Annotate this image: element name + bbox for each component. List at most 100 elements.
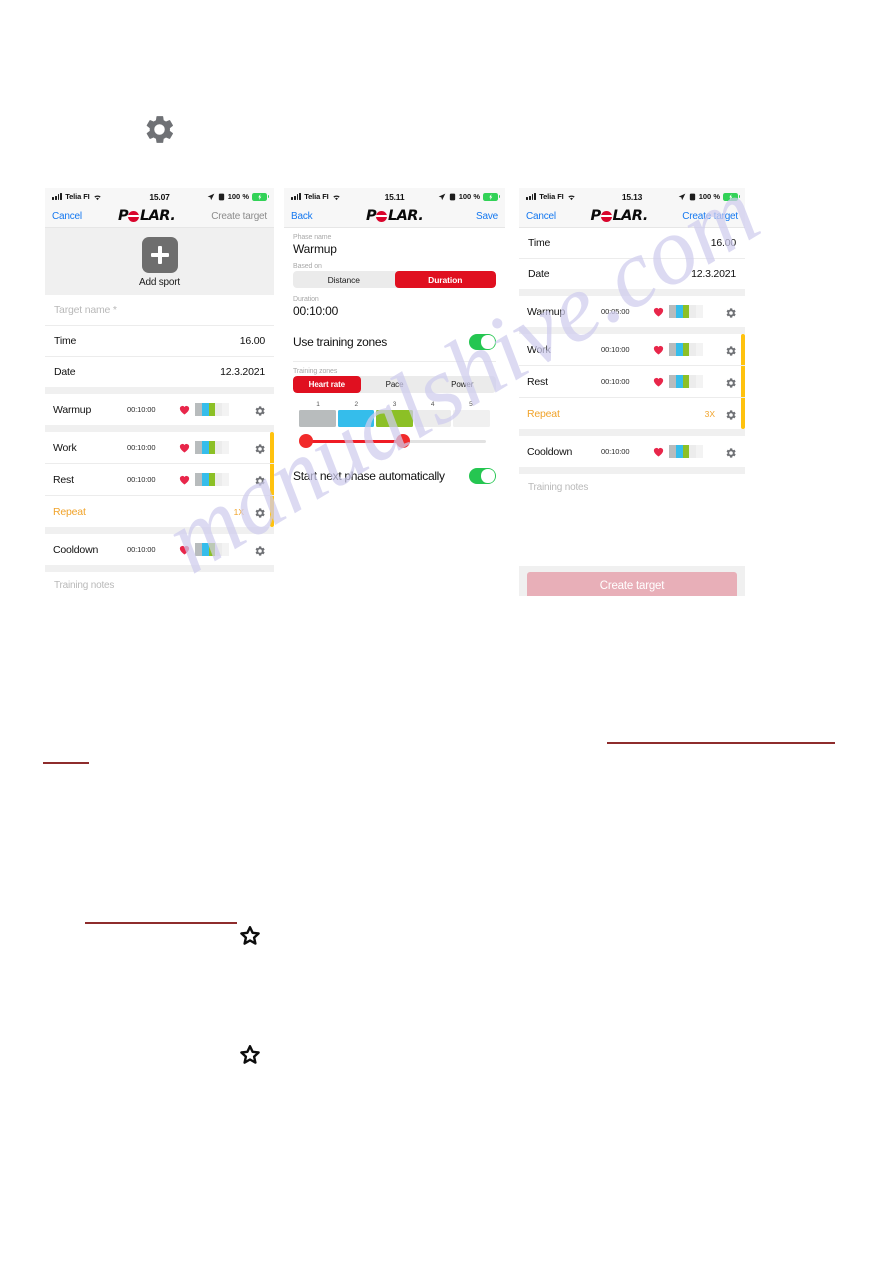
segment-duration[interactable]: Duration (394, 271, 496, 288)
time-label: Time (528, 237, 551, 249)
polar-o-mark (128, 210, 140, 222)
phase-row-rest[interactable]: Rest 00:10:00 (519, 366, 745, 398)
time-label: Time (54, 335, 77, 347)
start-next-phase-row[interactable]: Start next phase automatically (293, 456, 496, 495)
use-training-zones-row[interactable]: Use training zones (293, 325, 496, 362)
gear-icon[interactable] (254, 544, 266, 556)
segment-distance[interactable]: Distance (293, 271, 395, 288)
gear-icon (142, 112, 177, 147)
phase-name: Warmup (53, 403, 92, 416)
use-training-zones-toggle[interactable] (469, 334, 496, 350)
phase-duration: 00:10:00 (601, 447, 630, 456)
gear-icon[interactable] (725, 376, 737, 388)
zone-number: 3 (392, 401, 397, 408)
zone-block-4 (414, 410, 452, 427)
zone-bar (195, 441, 229, 454)
zone-type-segmented-control[interactable]: Heart rate Pace Power (293, 376, 496, 393)
segment-pace[interactable]: Pace (361, 376, 429, 393)
zone-range-slider[interactable] (299, 434, 490, 448)
gear-icon[interactable] (254, 506, 266, 518)
slider-knob-lower[interactable] (299, 434, 313, 448)
create-target-link[interactable]: Create target (682, 211, 738, 222)
back-button[interactable]: Back (291, 211, 313, 222)
time-row[interactable]: Time 16.00 (519, 228, 745, 259)
zone-bar (669, 305, 703, 318)
slider-knob-upper[interactable] (396, 434, 411, 448)
zone-block-2 (337, 410, 375, 427)
phase-row-work[interactable]: Work 00:10:00 (45, 432, 274, 464)
plus-icon[interactable] (141, 237, 178, 273)
phase-name: Cooldown (53, 543, 99, 556)
cancel-button[interactable]: Cancel (526, 211, 556, 222)
battery-charging-icon (483, 192, 501, 201)
based-on-label: Based on (293, 263, 322, 270)
gear-icon[interactable] (254, 442, 266, 454)
phase-row-repeat[interactable]: Repeat 1X (45, 496, 274, 527)
create-target-button[interactable]: Create target (527, 572, 737, 596)
gear-icon[interactable] (725, 306, 737, 318)
status-time: 15.13 (621, 191, 643, 202)
use-training-zones-label: Use training zones (293, 335, 387, 349)
polar-wordmark: P LAR. (117, 208, 176, 224)
segment-power[interactable]: Power (428, 376, 496, 393)
nav-bar: Cancel P LAR. Create target (519, 205, 745, 228)
phase-row-rest[interactable]: Rest 00:10:00 (45, 464, 274, 496)
gear-icon[interactable] (254, 404, 266, 416)
gear-icon[interactable] (725, 344, 737, 356)
zone-bar (669, 375, 703, 388)
polar-wordmark: P LAR. (590, 208, 648, 224)
phase-row-warmup[interactable]: Warmup 00:05:00 (519, 296, 745, 327)
status-time: 15.11 (384, 191, 405, 202)
redaction-rule (607, 742, 835, 744)
repeat-label: Repeat (527, 407, 560, 420)
training-notes-input[interactable]: Training notes (519, 474, 745, 566)
date-row[interactable]: Date 12.3.2021 (519, 259, 745, 289)
target-name-input[interactable]: Target name * (45, 295, 274, 326)
gear-icon[interactable] (725, 446, 737, 458)
date-label: Date (54, 366, 76, 378)
add-sport-block[interactable]: Add sport (45, 228, 274, 295)
create-target-link[interactable]: Create target (211, 211, 267, 222)
save-button[interactable]: Save (476, 211, 498, 222)
phase-row-cooldown[interactable]: Cooldown 00:10:00 (519, 436, 745, 467)
phase-duration: 00:10:00 (127, 405, 156, 414)
heart-icon (653, 345, 664, 355)
screen-body: Time 16.00 Date 12.3.2021 Warmup 00:05:0… (519, 228, 745, 596)
cooldown-phase-card: Cooldown 00:10:00 (519, 436, 745, 467)
phase-row-repeat[interactable]: Repeat 3X (519, 398, 745, 429)
target-details-card: Time 16.00 Date 12.3.2021 (519, 228, 745, 289)
repeat-group-card: Work 00:10:00 Rest 00:10:00 (45, 432, 274, 527)
cancel-button[interactable]: Cancel (52, 211, 82, 222)
status-time: 15.07 (149, 191, 170, 202)
phase-name: Work (53, 441, 77, 454)
add-sport-label: Add sport (138, 277, 180, 288)
heart-icon (179, 443, 190, 453)
heart-icon (653, 307, 664, 317)
phone-screen-phase-editor: Telia FI 15.11 100 % Back P LAR. Save Pha… (284, 188, 505, 543)
phase-row-warmup[interactable]: Warmup 00:10:00 (45, 394, 274, 425)
polar-period: . (418, 208, 424, 224)
phase-duration: 00:10:00 (601, 345, 630, 354)
phase-name: Warmup (527, 305, 566, 318)
heart-icon (179, 545, 190, 555)
segment-heart-rate[interactable]: Heart rate (293, 376, 361, 393)
redaction-rule (85, 922, 237, 924)
duration-input[interactable]: 00:10:00 (293, 304, 496, 318)
start-next-phase-toggle[interactable] (469, 468, 496, 484)
repeat-label: Repeat (53, 505, 86, 518)
polar-logo: P LAR. (284, 208, 505, 224)
phase-row-work[interactable]: Work 00:10:00 (519, 334, 745, 366)
phase-name-input[interactable]: Warmup (293, 242, 496, 256)
phase-name-label: Phase name (293, 234, 332, 241)
date-row[interactable]: Date 12.3.2021 (45, 357, 274, 387)
screen-body: Phase name Warmup Based on Distance Dura… (284, 228, 505, 543)
gear-icon[interactable] (254, 474, 266, 486)
gear-icon[interactable] (725, 408, 737, 420)
zone-bar (669, 343, 703, 356)
phase-name: Rest (53, 473, 74, 486)
start-next-phase-label: Start next phase automatically (293, 469, 445, 483)
based-on-segmented-control[interactable]: Distance Duration (293, 271, 496, 288)
training-notes-input[interactable]: Training notes (45, 572, 274, 596)
phase-row-cooldown[interactable]: Cooldown 00:10:00 (45, 534, 274, 565)
time-row[interactable]: Time 16.00 (45, 326, 274, 357)
